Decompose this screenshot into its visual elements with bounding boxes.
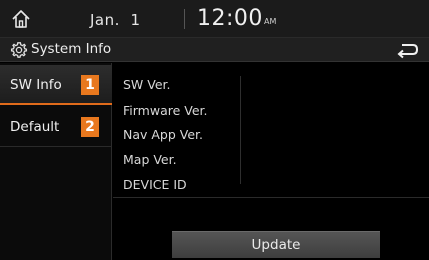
gear-icon bbox=[10, 41, 28, 59]
sidebar-item-label: SW Info bbox=[10, 77, 62, 93]
home-icon bbox=[12, 10, 30, 28]
info-column-divider bbox=[240, 76, 241, 184]
sidebar-item-sw-info[interactable]: SW Info 1 bbox=[0, 65, 112, 105]
sidebar-item-default[interactable]: Default 2 bbox=[0, 107, 112, 147]
date-day: 1 bbox=[130, 11, 141, 29]
update-button[interactable]: Update bbox=[172, 231, 380, 258]
sidebar-item-number-badge: 2 bbox=[81, 117, 99, 137]
info-nav-app-ver: Nav App Ver. bbox=[123, 127, 204, 142]
status-ampm: AM bbox=[264, 17, 277, 26]
sidebar: SW Info 1 Default 2 bbox=[0, 63, 112, 260]
status-time: 12:00 bbox=[197, 6, 263, 31]
info-map-ver: Map Ver. bbox=[123, 152, 177, 167]
page-title: System Info bbox=[31, 41, 112, 57]
status-bar: Jan. 1 12:00 AM bbox=[0, 0, 429, 38]
info-panel: SW Ver. Firmware Ver. Nav App Ver. Map V… bbox=[113, 63, 429, 197]
info-device-id: DEVICE ID bbox=[123, 177, 187, 192]
back-button[interactable] bbox=[394, 41, 420, 59]
info-bottom-divider bbox=[113, 197, 429, 198]
home-button[interactable] bbox=[8, 6, 34, 32]
title-bar: System Info bbox=[0, 38, 429, 62]
sidebar-item-number-badge: 1 bbox=[81, 75, 99, 95]
status-date: Jan. 1 bbox=[90, 11, 140, 29]
date-month: Jan. bbox=[90, 11, 120, 29]
info-sw-ver: SW Ver. bbox=[123, 77, 171, 92]
back-arrow-icon bbox=[397, 44, 419, 59]
info-firmware-ver: Firmware Ver. bbox=[123, 103, 208, 118]
status-separator bbox=[184, 9, 185, 29]
sidebar-item-label: Default bbox=[10, 119, 60, 135]
